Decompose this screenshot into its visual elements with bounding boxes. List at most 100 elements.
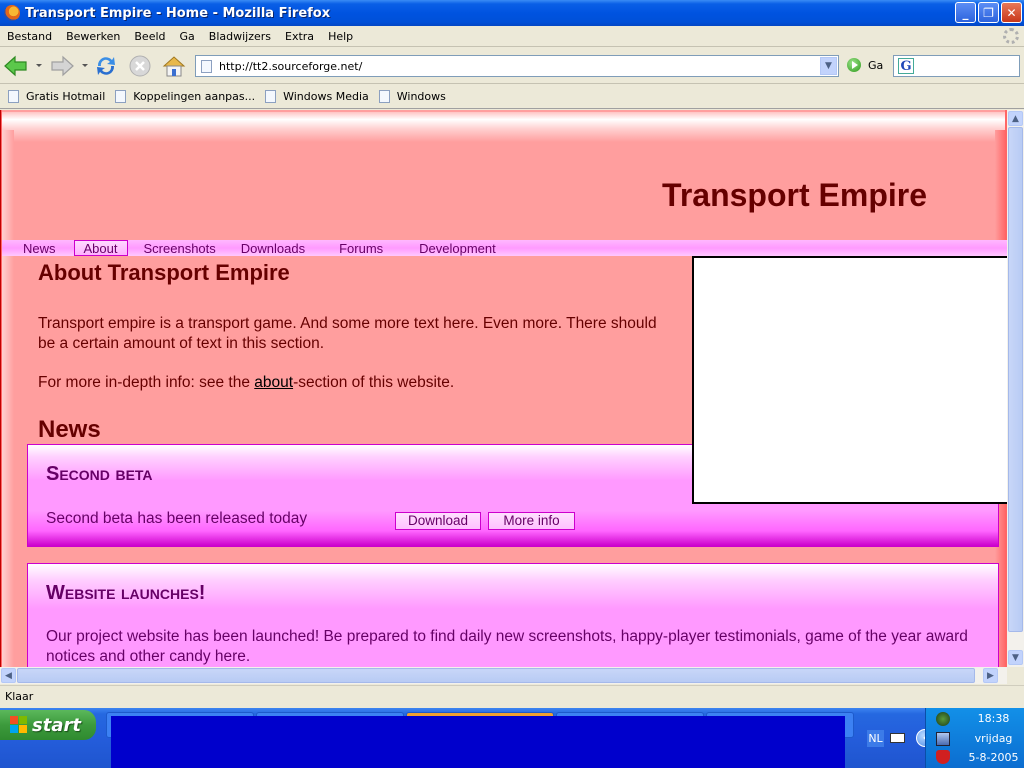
forward-arrow-icon — [51, 55, 74, 77]
close-icon: ✕ — [1006, 5, 1017, 20]
stop-icon — [129, 55, 151, 77]
minimize-button[interactable]: _ — [955, 2, 976, 23]
nav-forums[interactable]: Forums — [329, 240, 393, 256]
bookmark-label: Koppelingen aanpas... — [133, 90, 256, 103]
start-button[interactable]: start — [0, 710, 96, 740]
bookmark-label: Windows — [396, 90, 446, 103]
about-heading: About Transport Empire — [38, 260, 290, 285]
about-more-prefix: For more in-depth info: see the — [38, 374, 255, 391]
nav-about[interactable]: About — [73, 240, 128, 256]
menu-beeld[interactable]: Beeld — [134, 30, 165, 43]
web-page: Transport Empire News About Screenshots … — [2, 110, 1007, 667]
go-button[interactable]: Ga — [847, 58, 883, 72]
scroll-left-button[interactable]: ◀ — [1, 668, 16, 683]
vertical-scrollbar[interactable]: ▲ ▼ — [1007, 110, 1024, 667]
scroll-right-button[interactable]: ▶ — [983, 668, 998, 683]
throbber-icon — [1003, 28, 1019, 44]
page-viewport: Transport Empire News About Screenshots … — [0, 110, 1007, 667]
side-panel — [692, 256, 1007, 504]
close-button[interactable]: ✕ — [1001, 2, 1022, 23]
back-history-dropdown[interactable] — [36, 64, 42, 67]
minimize-icon: _ — [962, 5, 969, 20]
bookmark-windows-media[interactable]: Windows Media — [265, 90, 369, 103]
forward-history-dropdown[interactable] — [82, 64, 88, 67]
bookmark-windows[interactable]: Windows — [378, 90, 446, 103]
window-titlebar: Transport Empire - Home - Mozilla Firefo… — [0, 0, 1024, 26]
scroll-up-button[interactable]: ▲ — [1008, 111, 1023, 126]
scrollbar-corner — [1007, 667, 1024, 684]
about-text: Transport empire is a transport game. An… — [38, 315, 657, 352]
home-icon — [162, 56, 186, 77]
nav-development[interactable]: Development — [409, 240, 506, 256]
news-item: Website launches! Our project website ha… — [27, 563, 999, 667]
menu-help[interactable]: Help — [328, 30, 353, 43]
chevron-down-icon: ▼ — [1012, 652, 1019, 663]
site-navigation: News About Screenshots Downloads Forums … — [2, 240, 1007, 256]
reload-icon — [97, 57, 115, 75]
clock-date: 5-8-2005 — [968, 751, 1019, 764]
clock-time[interactable]: 18:38 — [966, 712, 1021, 725]
scroll-down-button[interactable]: ▼ — [1008, 650, 1023, 665]
chevron-up-icon: ▲ — [1012, 113, 1019, 124]
url-bar[interactable]: http://tt2.sourceforge.net/ ▼ — [195, 55, 839, 77]
horizontal-scroll-thumb[interactable] — [17, 668, 975, 683]
menu-ga[interactable]: Ga — [180, 30, 195, 43]
bookmark-page-icon — [378, 90, 390, 103]
system-tray: 18:38 vrijdag 5-8-2005 — [925, 708, 1024, 768]
menu-extra[interactable]: Extra — [285, 30, 314, 43]
clock-day: vrijdag — [974, 732, 1013, 745]
bookmarks-toolbar: Gratis Hotmail Koppelingen aanpas... Win… — [0, 85, 1024, 109]
bookmark-page-icon — [265, 90, 277, 103]
nav-screenshots[interactable]: Screenshots — [134, 240, 226, 256]
back-button[interactable] — [4, 54, 28, 78]
language-indicator[interactable]: NL — [867, 730, 884, 747]
network-globe-icon[interactable] — [936, 712, 950, 726]
menu-bladwijzers[interactable]: Bladwijzers — [209, 30, 271, 43]
bookmark-page-icon — [115, 90, 127, 103]
chevron-down-icon: ▼ — [825, 61, 832, 71]
more-info-button[interactable]: More info — [488, 512, 575, 530]
google-search-engine-icon[interactable]: G — [898, 58, 914, 74]
horizontal-scrollbar[interactable]: ◀ ▶ — [0, 667, 1007, 684]
window-title: Transport Empire - Home - Mozilla Firefo… — [25, 5, 331, 21]
menu-bar: Bestand Bewerken Beeld Ga Bladwijzers Ex… — [0, 26, 1024, 47]
url-history-dropdown[interactable]: ▼ — [820, 57, 837, 75]
keyboard-icon[interactable] — [890, 733, 905, 743]
redacted-region — [111, 716, 845, 768]
menu-bestand[interactable]: Bestand — [7, 30, 52, 43]
restore-icon: ❐ — [983, 5, 994, 20]
menu-bewerken[interactable]: Bewerken — [66, 30, 120, 43]
start-label: start — [32, 714, 81, 736]
about-link[interactable]: about — [254, 374, 293, 391]
go-icon — [847, 58, 861, 72]
bookmark-page-icon — [8, 90, 19, 103]
home-button[interactable] — [162, 54, 186, 78]
chevron-right-icon: ▶ — [987, 670, 994, 681]
firefox-icon — [4, 5, 20, 21]
stop-button[interactable] — [128, 54, 152, 78]
nav-downloads[interactable]: Downloads — [231, 240, 315, 256]
news-item-text: Our project website has been launched! B… — [46, 628, 968, 665]
security-shield-icon[interactable] — [936, 750, 950, 764]
network-connection-icon[interactable] — [936, 732, 950, 746]
restore-button[interactable]: ❐ — [978, 2, 999, 23]
nav-news[interactable]: News — [13, 240, 66, 256]
bookmark-label: Windows Media — [283, 90, 369, 103]
status-text: Klaar — [5, 690, 34, 703]
bookmark-gratis-hotmail[interactable]: Gratis Hotmail — [8, 90, 105, 103]
download-button[interactable]: Download — [395, 512, 481, 530]
search-input[interactable]: G — [893, 55, 1020, 77]
reload-button[interactable] — [94, 54, 118, 78]
status-bar: Klaar — [0, 685, 1024, 707]
bookmark-koppelingen[interactable]: Koppelingen aanpas... — [115, 90, 255, 103]
news-heading: News — [38, 416, 101, 443]
news-item-title: Second beta — [46, 463, 153, 485]
news-item-title: Website launches! — [46, 582, 206, 604]
forward-button[interactable] — [50, 54, 74, 78]
back-arrow-icon — [4, 55, 27, 77]
about-more-suffix: -section of this website. — [293, 374, 455, 391]
url-input[interactable]: http://tt2.sourceforge.net/ — [219, 60, 362, 73]
left-glow — [2, 130, 14, 667]
vertical-scroll-thumb[interactable] — [1008, 127, 1023, 632]
chevron-left-icon: ◀ — [5, 670, 12, 681]
